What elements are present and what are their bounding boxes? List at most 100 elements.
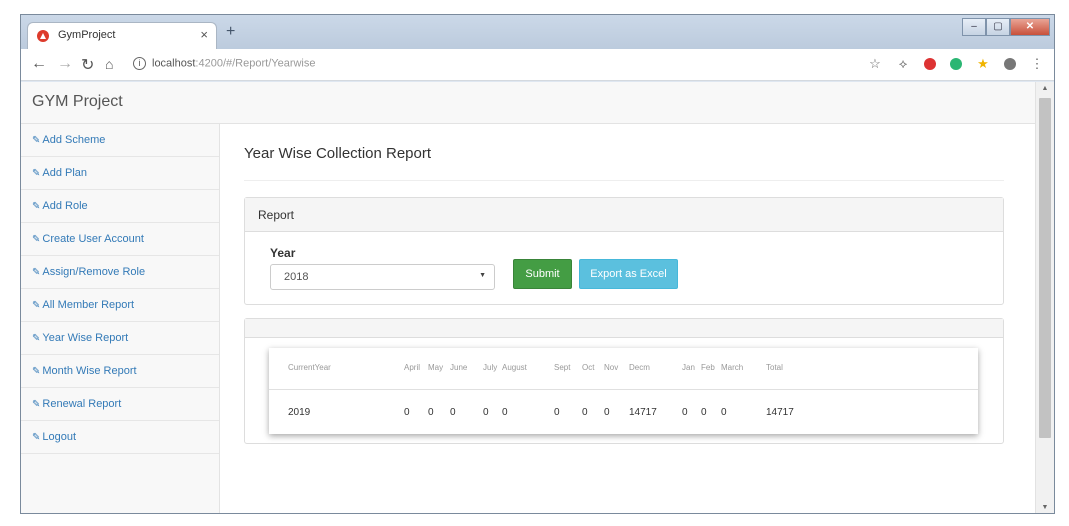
chevron-down-icon: ▼	[479, 272, 486, 279]
year-select[interactable]: 2018 ▼	[270, 264, 495, 290]
forward-icon[interactable]: →	[57, 55, 73, 73]
scroll-down-icon[interactable]: ▼	[1036, 501, 1054, 513]
sidebar-item-label: Add Scheme	[42, 134, 106, 146]
table-cell: 2019	[288, 407, 311, 418]
sidebar-item-all-member-report[interactable]: ✎ All Member Report	[21, 289, 219, 322]
table-cell: 0	[721, 407, 727, 418]
angular-icon	[37, 30, 49, 42]
sidebar-item-label: Create User Account	[42, 233, 144, 245]
sidebar-item-add-role[interactable]: ✎ Add Role	[21, 190, 219, 223]
table-header: July	[483, 363, 498, 372]
edit-icon: ✎	[32, 168, 41, 179]
edit-icon: ✎	[32, 399, 41, 410]
sidebar-item-label: Assign/Remove Role	[42, 266, 146, 278]
year-select-value: 2018	[284, 271, 309, 283]
table-header-row: CurrentYear April May June July August S…	[269, 348, 978, 390]
table-row: 2019 0 0 0 0 0 0 0 0 14717 0 0 0 14717	[269, 391, 978, 433]
tab-bar: GymProject × + – ▢ ✕	[21, 15, 1054, 49]
sidebar-item-month-wise-report[interactable]: ✎ Month Wise Report	[21, 355, 219, 388]
profile-icon[interactable]	[1004, 58, 1016, 70]
star-icon[interactable]: ☆	[868, 56, 882, 72]
table-header: Nov	[604, 363, 619, 372]
table-cell: 0	[450, 407, 456, 418]
reload-icon[interactable]: ↻	[81, 55, 94, 75]
table-header: Sept	[554, 363, 571, 372]
table-cell: 0	[682, 407, 688, 418]
address-bar[interactable]: i localhost:4200/#/Report/Yearwise	[133, 57, 813, 75]
results-panel-heading	[245, 319, 1003, 338]
submit-button[interactable]: Submit	[513, 259, 572, 289]
table-cell: 0	[502, 407, 508, 418]
menu-icon[interactable]: ⋮	[1030, 56, 1044, 72]
sidebar-item-add-scheme[interactable]: ✎ Add Scheme	[21, 124, 219, 157]
table-cell: 0	[582, 407, 588, 418]
table-header: May	[428, 363, 444, 372]
url-host: localhost	[152, 57, 196, 70]
sidebar-item-label: All Member Report	[42, 299, 135, 311]
tab-close-icon[interactable]: ×	[200, 27, 208, 42]
info-icon[interactable]: i	[133, 57, 146, 70]
report-panel: Report Year 2018 ▼ Submit Export as Exce…	[244, 197, 1004, 305]
shield-icon[interactable]	[924, 58, 936, 70]
edit-icon: ✎	[32, 333, 41, 344]
maximize-button[interactable]: ▢	[986, 18, 1010, 36]
edit-icon: ✎	[32, 201, 41, 212]
table-cell: 14717	[766, 407, 794, 418]
extension-icons: ☆ ⟡ ★ ⋮	[868, 56, 1044, 72]
report-panel-heading: Report	[245, 198, 1003, 232]
sidebar-item-label: Month Wise Report	[42, 365, 137, 377]
sidebar-item-label: Year Wise Report	[42, 332, 129, 344]
table-header: CurrentYear	[288, 363, 331, 372]
new-tab-button[interactable]: +	[226, 23, 235, 41]
sidebar-item-year-wise-report[interactable]: ✎ Year Wise Report	[21, 322, 219, 355]
scroll-up-icon[interactable]: ▲	[1036, 82, 1054, 96]
table-header: Jan	[682, 363, 695, 372]
title-divider	[244, 180, 1004, 181]
collection-table: CurrentYear April May June July August S…	[269, 348, 978, 434]
table-cell: 0	[554, 407, 560, 418]
bookmark-star-icon[interactable]: ★	[976, 56, 990, 72]
sidebar-item-logout[interactable]: ✎ Logout	[21, 421, 219, 454]
sidebar-item-label: Add Plan	[42, 167, 88, 179]
results-panel: CurrentYear April May June July August S…	[244, 318, 1004, 444]
vertical-scrollbar[interactable]: ▲ ▼	[1035, 82, 1054, 513]
table-header: Feb	[701, 363, 715, 372]
sidebar-item-assign-remove-role[interactable]: ✎ Assign/Remove Role	[21, 256, 219, 289]
table-cell: 0	[428, 407, 434, 418]
sidebar-item-label: Add Role	[42, 200, 88, 212]
page-viewport: GYM Project ✎ Add Scheme ✎ Add Plan ✎ Add R…	[21, 82, 1037, 513]
table-cell: 0	[701, 407, 707, 418]
sidebar-item-create-user-account[interactable]: ✎ Create User Account	[21, 223, 219, 256]
edit-icon: ✎	[32, 432, 41, 443]
table-header: April	[404, 363, 421, 372]
window-controls: – ▢ ✕	[962, 18, 1050, 36]
browser-toolbar: ← → ↻ ⌂ i localhost:4200/#/Report/Yearwis…	[21, 49, 1054, 81]
url-path: :4200/#/Report/Yearwise	[195, 57, 316, 70]
brand-title[interactable]: GYM Project	[32, 93, 123, 111]
sidebar-item-add-plan[interactable]: ✎ Add Plan	[21, 157, 219, 190]
edit-icon: ✎	[32, 135, 41, 146]
minimize-button[interactable]: –	[962, 18, 986, 36]
top-navbar: GYM Project	[21, 82, 1037, 124]
sidebar-item-label: Logout	[42, 431, 77, 443]
table-cell: 14717	[629, 407, 657, 418]
export-excel-button[interactable]: Export as Excel	[579, 259, 678, 289]
table-header: Decm	[629, 363, 650, 372]
table-header: August	[502, 363, 527, 372]
edit-icon: ✎	[32, 267, 41, 278]
tab-title: GymProject	[58, 29, 116, 41]
browser-window: GymProject × + – ▢ ✕ ← → ↻ ⌂ i localhost:…	[20, 14, 1055, 514]
table-header: Total	[766, 363, 783, 372]
table-cell: 0	[404, 407, 410, 418]
close-window-button[interactable]: ✕	[1010, 18, 1050, 36]
extension-icon[interactable]: ⟡	[896, 56, 910, 72]
home-icon[interactable]: ⌂	[105, 56, 113, 72]
sidebar-item-renewal-report[interactable]: ✎ Renewal Report	[21, 388, 219, 421]
edit-icon: ✎	[32, 366, 41, 377]
edit-icon: ✎	[32, 234, 41, 245]
edit-icon: ✎	[32, 300, 41, 311]
scroll-thumb[interactable]	[1039, 98, 1051, 438]
grammarly-icon[interactable]	[950, 58, 962, 70]
back-icon[interactable]: ←	[31, 55, 47, 73]
browser-tab[interactable]: GymProject ×	[27, 22, 217, 49]
